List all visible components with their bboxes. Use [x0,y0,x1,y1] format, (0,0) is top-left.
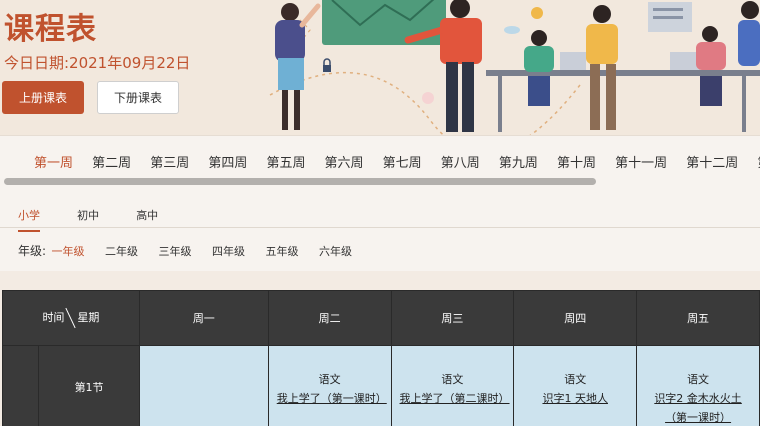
second-volume-button[interactable]: 下册课表 [97,81,179,114]
tab-week-4[interactable]: 第四周 [208,152,247,171]
header-banner: 课程表 今日日期:2021年09月22日 上册课表 下册课表 [0,0,760,135]
grade-label: 年级: [18,244,47,258]
filter-panel: 第一周 第二周 第三周 第四周 第五周 第六周 第七周 第八周 第九周 第十周 … [0,135,760,271]
schedule-cell-tue: 语文 我上学了（第一课时） [267,345,392,426]
grade-option-3[interactable]: 三年级 [159,243,192,259]
corner-day-label: 星期 [77,311,100,324]
subject-label: 语文 [564,373,587,386]
grade-option-5[interactable]: 五年级 [266,243,299,259]
tab-week-2[interactable]: 第二周 [92,152,131,171]
day-header-wed: 周三 [390,290,515,346]
tab-week-5[interactable]: 第五周 [266,152,305,171]
tab-week-7[interactable]: 第七周 [383,152,422,171]
subject-label: 语文 [687,373,710,386]
tab-week-3[interactable]: 第三周 [150,152,189,171]
today-date: 今日日期:2021年09月22日 [4,54,191,72]
lesson-link[interactable]: 识字2 金木水火土（第一课时） [637,389,759,426]
tab-week-8[interactable]: 第八周 [441,152,480,171]
tab-week-11[interactable]: 第十一周 [615,152,667,171]
schedule-cell-fri: 语文 识字2 金木水火土（第一课时） [636,345,760,426]
level-divider [0,227,760,228]
office-team-illustration [269,0,760,135]
day-header-thu: 周四 [513,290,638,346]
subject-label: 语文 [318,373,341,386]
week-scrollbar[interactable] [4,178,596,185]
schedule-cell-wed: 语文 我上学了（第二课时） [390,345,515,426]
schedule-table: 时间 星期 周一 周二 周三 周四 周五 第1节 语文 我上学了（第一课时） 语文… [1,290,760,426]
day-header-mon: 周一 [138,290,269,346]
tab-week-6[interactable]: 第六周 [325,152,364,171]
grade-selector: 年级: 一年级 二年级 三年级 四年级 五年级 六年级 [18,242,369,259]
period-label: 第1节 [38,345,140,426]
grade-option-1[interactable]: 一年级 [52,243,85,259]
tab-primary-school[interactable]: 小学 [18,207,40,232]
tab-week-12[interactable]: 第十二周 [686,152,738,171]
table-header-row: 时间 星期 周一 周二 周三 周四 周五 [2,290,760,346]
corner-header: 时间 星期 [2,290,140,346]
corner-time-label: 时间 [42,311,65,324]
schedule-cell-thu: 语文 识字1 天地人 [513,345,638,426]
day-header-fri: 周五 [636,290,760,346]
tab-week-1[interactable]: 第一周 [34,152,73,171]
lesson-link[interactable]: 我上学了（第二课时） [392,389,514,408]
day-header-tue: 周二 [267,290,392,346]
first-volume-button[interactable]: 上册课表 [2,81,84,114]
subject-label: 语文 [441,373,464,386]
grade-option-4[interactable]: 四年级 [212,243,245,259]
corner-divider [65,307,77,329]
schedule-cell-mon [138,345,269,426]
tab-week-9[interactable]: 第九周 [499,152,538,171]
page-title: 课程表 [4,12,97,47]
grade-option-6[interactable]: 六年级 [319,243,352,259]
table-row: 第1节 语文 我上学了（第一课时） 语文 我上学了（第二课时） 语文 识字1 天… [1,345,760,426]
week-tabs: 第一周 第二周 第三周 第四周 第五周 第六周 第七周 第八周 第九周 第十周 … [34,152,760,171]
tab-week-10[interactable]: 第十周 [557,152,596,171]
grade-option-2[interactable]: 二年级 [105,243,138,259]
lesson-link[interactable]: 我上学了（第一课时） [269,389,391,408]
period-side-cell [1,345,40,426]
lesson-link[interactable]: 识字1 天地人 [514,389,636,408]
